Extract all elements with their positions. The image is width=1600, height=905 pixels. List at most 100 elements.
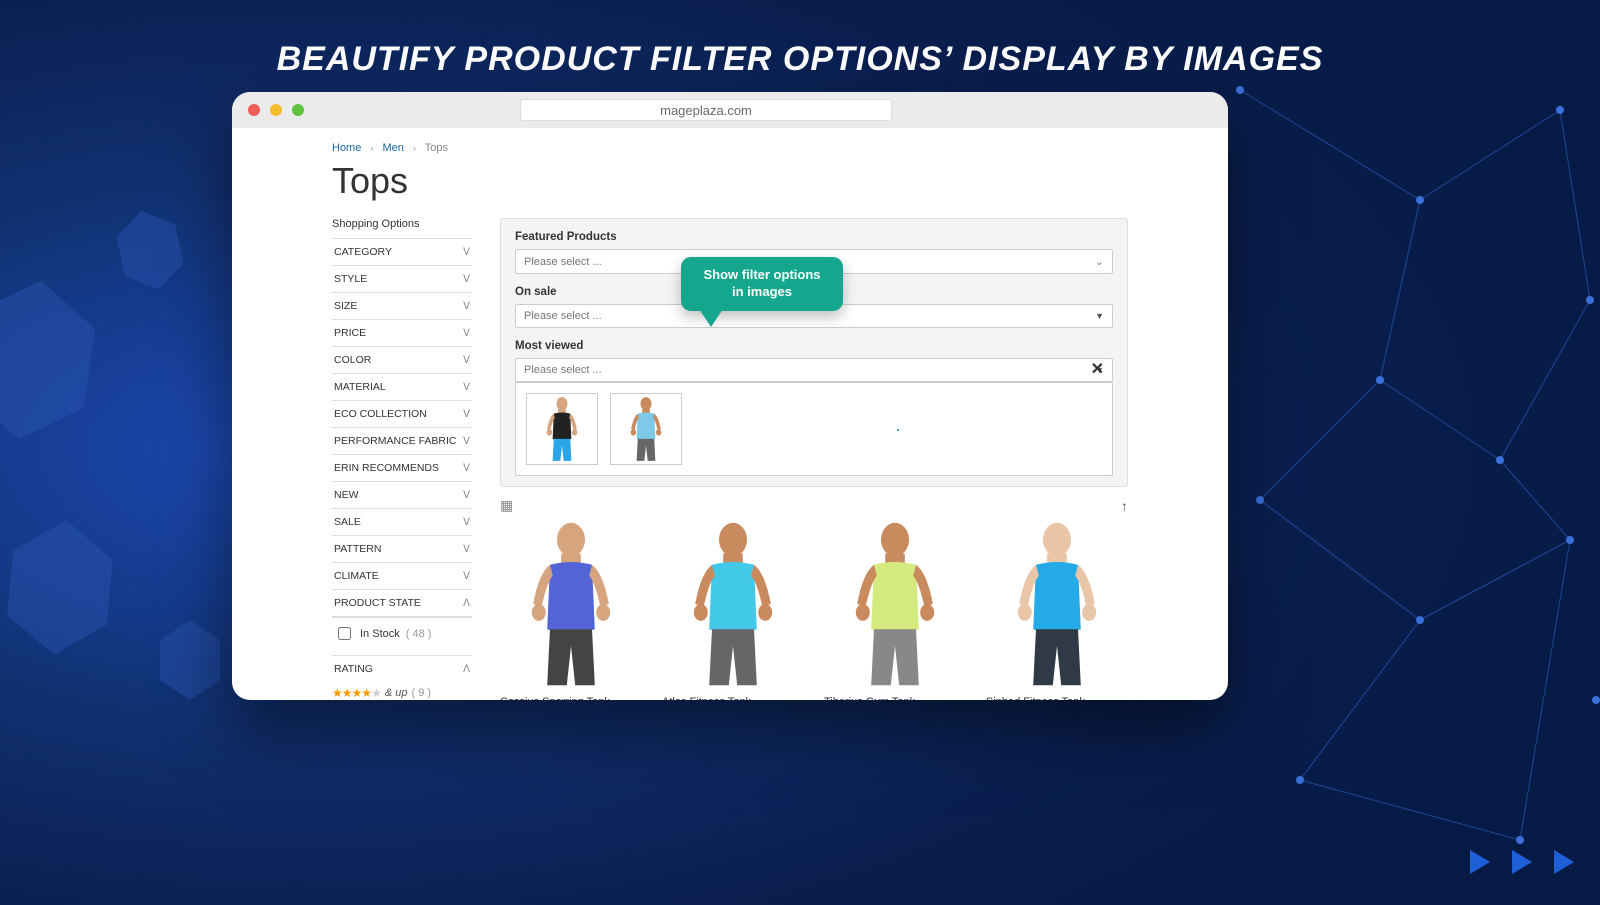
filter-label: SALE: [334, 516, 361, 528]
filter-price[interactable]: PRICE ᐯ: [332, 319, 472, 346]
filter-performance-fabric[interactable]: PERFORMANCE FABRIC ᐯ: [332, 427, 472, 454]
chevron-down-icon: ᐯ: [463, 517, 470, 528]
mostviewed-select[interactable]: Please select ... ▼: [515, 358, 1113, 382]
mostviewed-dropdown: ✕ ·: [515, 382, 1113, 476]
url-bar[interactable]: mageplaza.com: [520, 99, 892, 121]
filter-label: ECO COLLECTION: [334, 408, 427, 420]
filter-label: CATEGORY: [334, 246, 392, 258]
filter-size[interactable]: SIZE ᐯ: [332, 292, 472, 319]
minimize-window-icon[interactable]: [270, 104, 282, 116]
featured-label: Featured Products: [515, 231, 1113, 243]
filter-product-state[interactable]: PRODUCT STATE ᐱ: [332, 589, 472, 617]
chevron-down-icon: ᐯ: [463, 301, 470, 312]
instock-count: ( 48 ): [406, 628, 432, 640]
filter-label: MATERIAL: [334, 381, 386, 393]
filter-label: PERFORMANCE FABRIC: [334, 435, 457, 447]
chevron-down-icon: ᐯ: [463, 409, 470, 420]
filter-erin-recommends[interactable]: ERIN RECOMMENDS ᐯ: [332, 454, 472, 481]
browser-window: mageplaza.com Home › Men › Tops Tops Sho…: [232, 92, 1228, 700]
chevron-up-icon: ᐱ: [463, 664, 470, 675]
filter-style[interactable]: STYLE ᐯ: [332, 265, 472, 292]
breadcrumb-men[interactable]: Men: [382, 142, 403, 154]
chevron-down-icon: ᐯ: [463, 355, 470, 366]
chevron-down-icon: ᐯ: [463, 463, 470, 474]
product-image: [824, 520, 966, 688]
product-image: [500, 520, 642, 688]
product-name: Atlas Fitness Tank: [662, 696, 804, 700]
breadcrumb-current: Tops: [425, 142, 448, 154]
mostviewed-placeholder: Please select ...: [524, 364, 602, 376]
breadcrumb: Home › Men › Tops: [332, 138, 1128, 154]
product-image: [662, 520, 804, 688]
product-card[interactable]: Cassius Sparring TankAs low as $18.00: [500, 520, 642, 700]
product-card[interactable]: Tiberius Gym TankAs low as $18.00: [824, 520, 966, 700]
product-grid: Cassius Sparring TankAs low as $18.00Atl…: [500, 520, 1128, 700]
page-title: Tops: [332, 160, 1128, 202]
filter-rating[interactable]: RATING ᐱ: [332, 655, 472, 682]
instock-label: In Stock: [360, 628, 400, 640]
page-headline: BEAUTIFY PRODUCT FILTER OPTIONS’ DISPLAY…: [0, 40, 1600, 79]
and-up-label: & up: [385, 687, 408, 699]
mostviewed-label: Most viewed: [515, 340, 1113, 352]
filter-label: RATING: [334, 663, 373, 675]
filter-category[interactable]: CATEGORY ᐯ: [332, 238, 472, 265]
loading-indicator-icon: ·: [895, 419, 901, 440]
toolbar: ▦ ↑: [500, 493, 1128, 518]
chevron-down-icon: ᐯ: [463, 247, 470, 258]
product-name: Cassius Sparring Tank: [500, 696, 642, 700]
sort-ascending-icon[interactable]: ↑: [1121, 498, 1128, 514]
chevron-down-icon: ᐯ: [463, 274, 470, 285]
product-image: [986, 520, 1128, 688]
filter-label: CLIMATE: [334, 570, 379, 582]
filter-option-thumbnail[interactable]: [526, 393, 598, 465]
featured-placeholder: Please select ...: [524, 256, 602, 268]
filter-label: STYLE: [334, 273, 367, 285]
filter-label: PATTERN: [334, 543, 381, 555]
filter-color[interactable]: COLOR ᐯ: [332, 346, 472, 373]
main-content: Show filter options in images Featured P…: [500, 218, 1128, 700]
caret-down-icon: ▼: [1095, 311, 1104, 321]
chevron-up-icon: ᐱ: [463, 598, 470, 609]
filter-panel: Show filter options in images Featured P…: [500, 218, 1128, 487]
rating-count: ( 9 ): [411, 687, 431, 699]
filter-option-thumbnail[interactable]: [610, 393, 682, 465]
filter-climate[interactable]: CLIMATE ᐯ: [332, 562, 472, 589]
chevron-down-icon: ᐯ: [463, 571, 470, 582]
filter-new[interactable]: NEW ᐯ: [332, 481, 472, 508]
chevron-down-icon: ᐯ: [463, 544, 470, 555]
filter-eco-collection[interactable]: ECO COLLECTION ᐯ: [332, 400, 472, 427]
breadcrumb-home[interactable]: Home: [332, 142, 361, 154]
instock-checkbox[interactable]: [338, 627, 351, 640]
filter-label: NEW: [334, 489, 359, 501]
filter-label: PRICE: [334, 327, 366, 339]
grid-view-icon[interactable]: ▦: [500, 497, 513, 514]
product-card[interactable]: Sinbad Fitness TankAs low as $29.00: [986, 520, 1128, 700]
filter-sale[interactable]: SALE ᐯ: [332, 508, 472, 535]
onsale-placeholder: Please select ...: [524, 310, 602, 322]
star-icons: ★★★★★: [332, 686, 381, 700]
close-window-icon[interactable]: [248, 104, 260, 116]
filter-label: COLOR: [334, 354, 371, 366]
close-icon[interactable]: ✕: [1091, 359, 1104, 379]
filter-label: PRODUCT STATE: [334, 597, 421, 609]
instock-option[interactable]: In Stock ( 48 ): [334, 624, 470, 643]
product-name: Tiberius Gym Tank: [824, 696, 966, 700]
filter-product-state-content: In Stock ( 48 ): [332, 617, 472, 649]
filter-label: ERIN RECOMMENDS: [334, 462, 439, 474]
chevron-down-icon: ⌄: [1095, 255, 1104, 268]
rating-option-4stars[interactable]: ★★★★★ & up ( 9 ): [332, 682, 472, 700]
sidebar: Shopping Options CATEGORYᐯSTYLEᐯSIZEᐯPRI…: [332, 218, 472, 700]
sidebar-title: Shopping Options: [332, 218, 472, 230]
product-card[interactable]: Atlas Fitness TankAs low as $18.00: [662, 520, 804, 700]
filter-label: SIZE: [334, 300, 357, 312]
chevron-down-icon: ᐯ: [463, 436, 470, 447]
chevron-down-icon: ᐯ: [463, 490, 470, 501]
callout-tooltip: Show filter options in images: [681, 257, 843, 311]
maximize-window-icon[interactable]: [292, 104, 304, 116]
browser-chrome: mageplaza.com: [232, 92, 1228, 128]
product-name: Sinbad Fitness Tank: [986, 696, 1128, 700]
chevron-down-icon: ᐯ: [463, 328, 470, 339]
chevron-down-icon: ᐯ: [463, 382, 470, 393]
filter-material[interactable]: MATERIAL ᐯ: [332, 373, 472, 400]
filter-pattern[interactable]: PATTERN ᐯ: [332, 535, 472, 562]
